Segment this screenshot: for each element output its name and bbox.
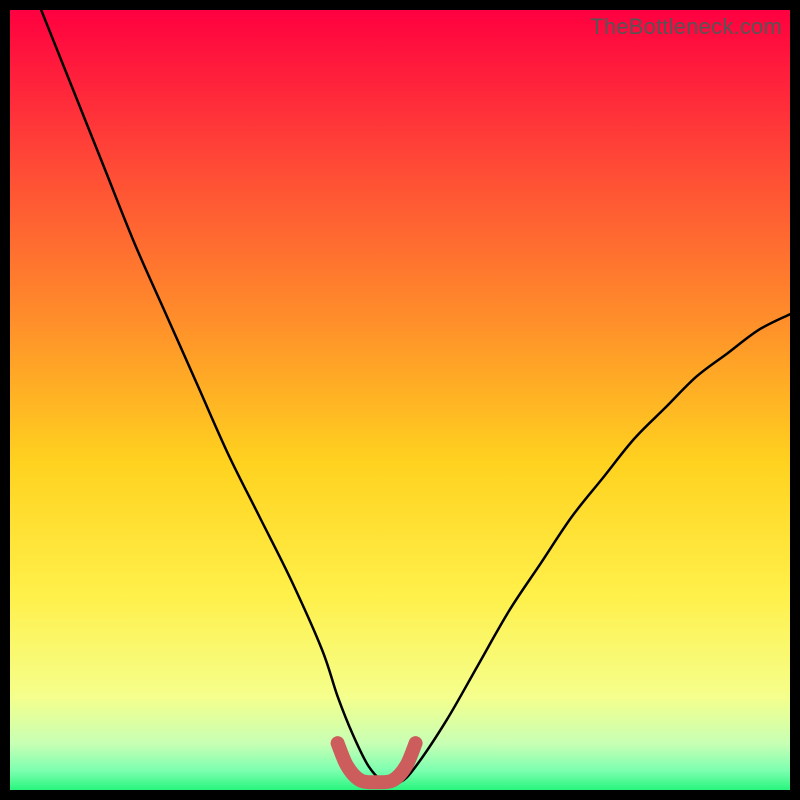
chart-frame: TheBottleneck.com bbox=[10, 10, 790, 790]
bottleneck-chart bbox=[10, 10, 790, 790]
